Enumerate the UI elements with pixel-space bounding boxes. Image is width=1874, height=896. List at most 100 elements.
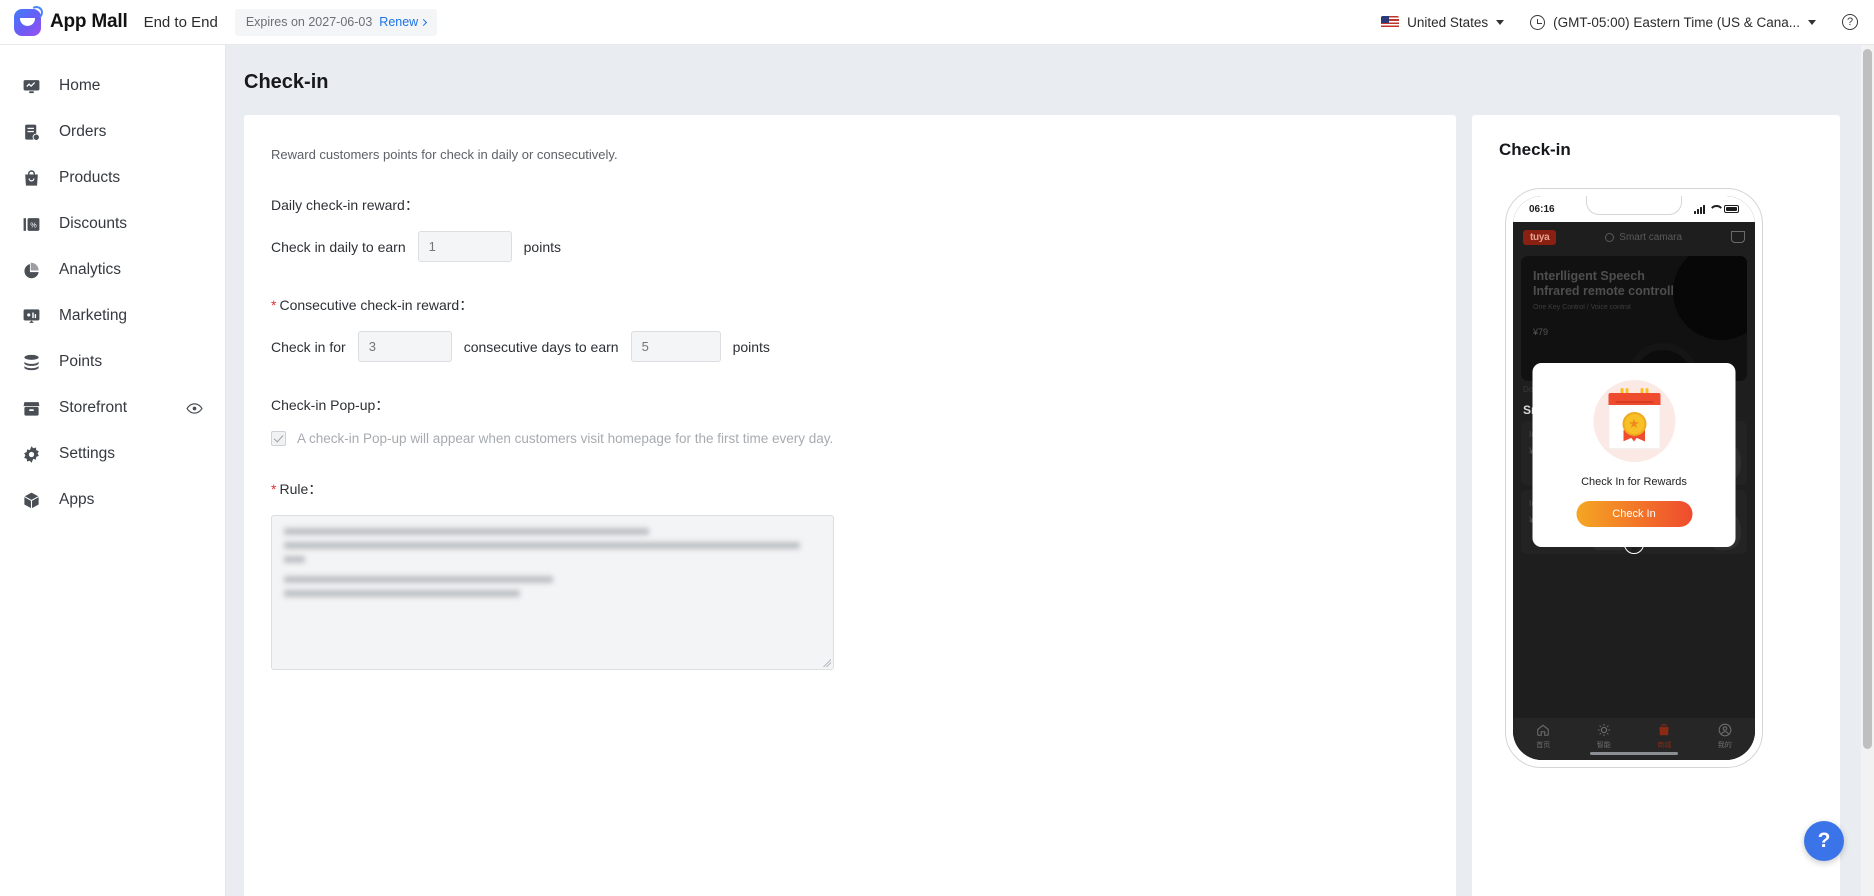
star-icon: ★: [1628, 416, 1640, 431]
tab-home[interactable]: 首页: [1536, 723, 1550, 750]
gear-icon: [22, 445, 41, 464]
store-icon: [22, 399, 41, 418]
sidebar-item-label: Home: [59, 77, 101, 94]
app-top-nav: tuya Smart camara: [1513, 222, 1755, 252]
banner-price-value: 79: [1538, 327, 1549, 337]
sidebar-item-label: Apps: [59, 491, 95, 508]
cart-icon[interactable]: [1731, 231, 1745, 243]
tab-label: 智能: [1596, 742, 1611, 749]
consecutive-reward-label: * Consecutive check-in reward：: [271, 295, 1456, 315]
storefront-preview-button[interactable]: [186, 400, 203, 417]
daily-reward-group: Daily check-in reward： Check in daily to…: [271, 195, 1456, 262]
medal-icon: ★: [1621, 411, 1647, 442]
required-asterisk: *: [271, 481, 277, 497]
consecutive-middle-label: consecutive days to earn: [463, 338, 619, 355]
top-bar: App Mall End to End Expires on 2027-06-0…: [0, 0, 1874, 45]
signal-icon: [1694, 204, 1705, 214]
sidebar-item-settings[interactable]: Settings: [0, 431, 225, 477]
sidebar-item-analytics[interactable]: Analytics: [0, 247, 225, 293]
home-icon: [1537, 724, 1550, 736]
tab-smart[interactable]: 智能: [1597, 723, 1611, 750]
search-icon: [1605, 232, 1615, 242]
tab-label: 我的: [1717, 742, 1732, 749]
monitor-chart-icon: [22, 77, 41, 96]
megaphone-board-icon: [22, 307, 41, 326]
shopping-bag-icon: [22, 169, 41, 188]
sidebar-item-marketing[interactable]: Marketing: [0, 293, 225, 339]
bag-icon: [1659, 723, 1669, 736]
popup-checkbox-row[interactable]: A check-in Pop-up will appear when custo…: [271, 431, 1456, 446]
sidebar-item-label: Points: [59, 353, 103, 370]
sidebar: Home Orders Products % Discounts Analyti…: [0, 45, 226, 896]
checkin-form-card: Reward customers points for check in dai…: [244, 115, 1456, 896]
daily-reward-row: Check in daily to earn points: [271, 231, 1456, 262]
sidebar-item-points[interactable]: Points: [0, 339, 225, 385]
status-time: 06:16: [1529, 203, 1555, 215]
sidebar-item-label: Products: [59, 169, 121, 186]
clipboard-list-icon: [22, 123, 41, 142]
clock-icon: [1530, 14, 1546, 30]
sidebar-item-orders[interactable]: Orders: [0, 109, 225, 155]
daily-reward-label: Daily check-in reward：: [271, 197, 419, 213]
tab-label: 商城: [1657, 742, 1672, 749]
modal-close-button[interactable]: ✕: [1624, 534, 1644, 554]
sidebar-item-home[interactable]: Home: [0, 63, 225, 109]
country-label: United States: [1407, 14, 1489, 30]
help-icon[interactable]: ?: [1842, 14, 1858, 30]
renew-label: Renew: [379, 15, 419, 29]
calendar-body: ★: [1608, 405, 1660, 449]
chevron-down-icon: [1808, 19, 1816, 25]
renew-link[interactable]: Renew: [379, 15, 428, 29]
sidebar-item-label: Discounts: [59, 215, 128, 232]
sidebar-item-label: Orders: [59, 123, 107, 140]
sidebar-item-storefront[interactable]: Storefront: [0, 385, 225, 431]
tab-mine[interactable]: 我的: [1718, 723, 1732, 750]
daily-points-input[interactable]: [417, 231, 512, 262]
coins-stack-icon: [22, 353, 41, 372]
svg-text:%: %: [30, 221, 37, 229]
timezone-selector[interactable]: (GMT-05:00) Eastern Time (US & Cana...: [1530, 14, 1816, 30]
app-logo-icon: [14, 8, 41, 36]
required-asterisk: *: [271, 297, 277, 313]
popup-group: Check-in Pop-up： A check-in Pop-up will …: [271, 395, 1456, 446]
consecutive-prefix-label: Check in for: [271, 338, 346, 355]
scrollbar-thumb[interactable]: [1863, 49, 1872, 749]
phone-mockup: 06:16 tuya Smart camara Interlligent Spe…: [1505, 188, 1763, 768]
popup-label: Check-in Pop-up：: [271, 397, 390, 413]
daily-suffix-label: points: [523, 238, 561, 255]
brand: App Mall End to End: [14, 8, 218, 36]
daily-prefix-label: Check in daily to earn: [271, 238, 406, 255]
check-in-button[interactable]: Check In: [1576, 501, 1692, 527]
help-fab-button[interactable]: ?: [1804, 821, 1844, 861]
popup-checkbox[interactable]: [271, 431, 286, 446]
sun-icon: [1597, 723, 1610, 737]
expiry-text: Expires on 2027-06-03: [245, 15, 373, 29]
tab-mall[interactable]: 商城: [1657, 723, 1671, 750]
consecutive-points-input[interactable]: [630, 331, 721, 362]
sidebar-item-label: Settings: [59, 445, 116, 462]
chevron-down-icon: [1496, 19, 1505, 25]
country-selector[interactable]: United States: [1381, 14, 1505, 30]
sidebar-item-label: Analytics: [59, 261, 122, 278]
battery-icon: [1724, 205, 1739, 213]
cube-box-icon: [22, 491, 41, 510]
app-search-bar[interactable]: Smart camara: [1564, 232, 1723, 243]
sidebar-item-apps[interactable]: Apps: [0, 477, 225, 523]
preview-card: Check-in 06:16 tuya Smart camara Interll…: [1472, 115, 1840, 896]
sidebar-item-label: Marketing: [59, 307, 128, 324]
preview-title: Check-in: [1499, 140, 1571, 159]
page-scrollbar[interactable]: [1861, 45, 1874, 896]
reward-badge-icon: ★: [1593, 380, 1675, 462]
brand-name: App Mall: [50, 11, 128, 32]
rule-textarea[interactable]: [271, 515, 834, 670]
sidebar-item-products[interactable]: Products: [0, 155, 225, 201]
tab-label: 首页: [1536, 742, 1551, 749]
person-icon: [1718, 723, 1732, 737]
consecutive-days-input[interactable]: [357, 331, 452, 362]
home-indicator: [1590, 751, 1678, 755]
calendar-header: [1608, 393, 1660, 405]
page-title: Check-in: [244, 71, 329, 93]
sidebar-item-discounts[interactable]: % Discounts: [0, 201, 225, 247]
consecutive-reward-group: * Consecutive check-in reward： Check in f…: [271, 295, 1456, 362]
modal-title: Check In for Rewards: [1581, 476, 1687, 488]
